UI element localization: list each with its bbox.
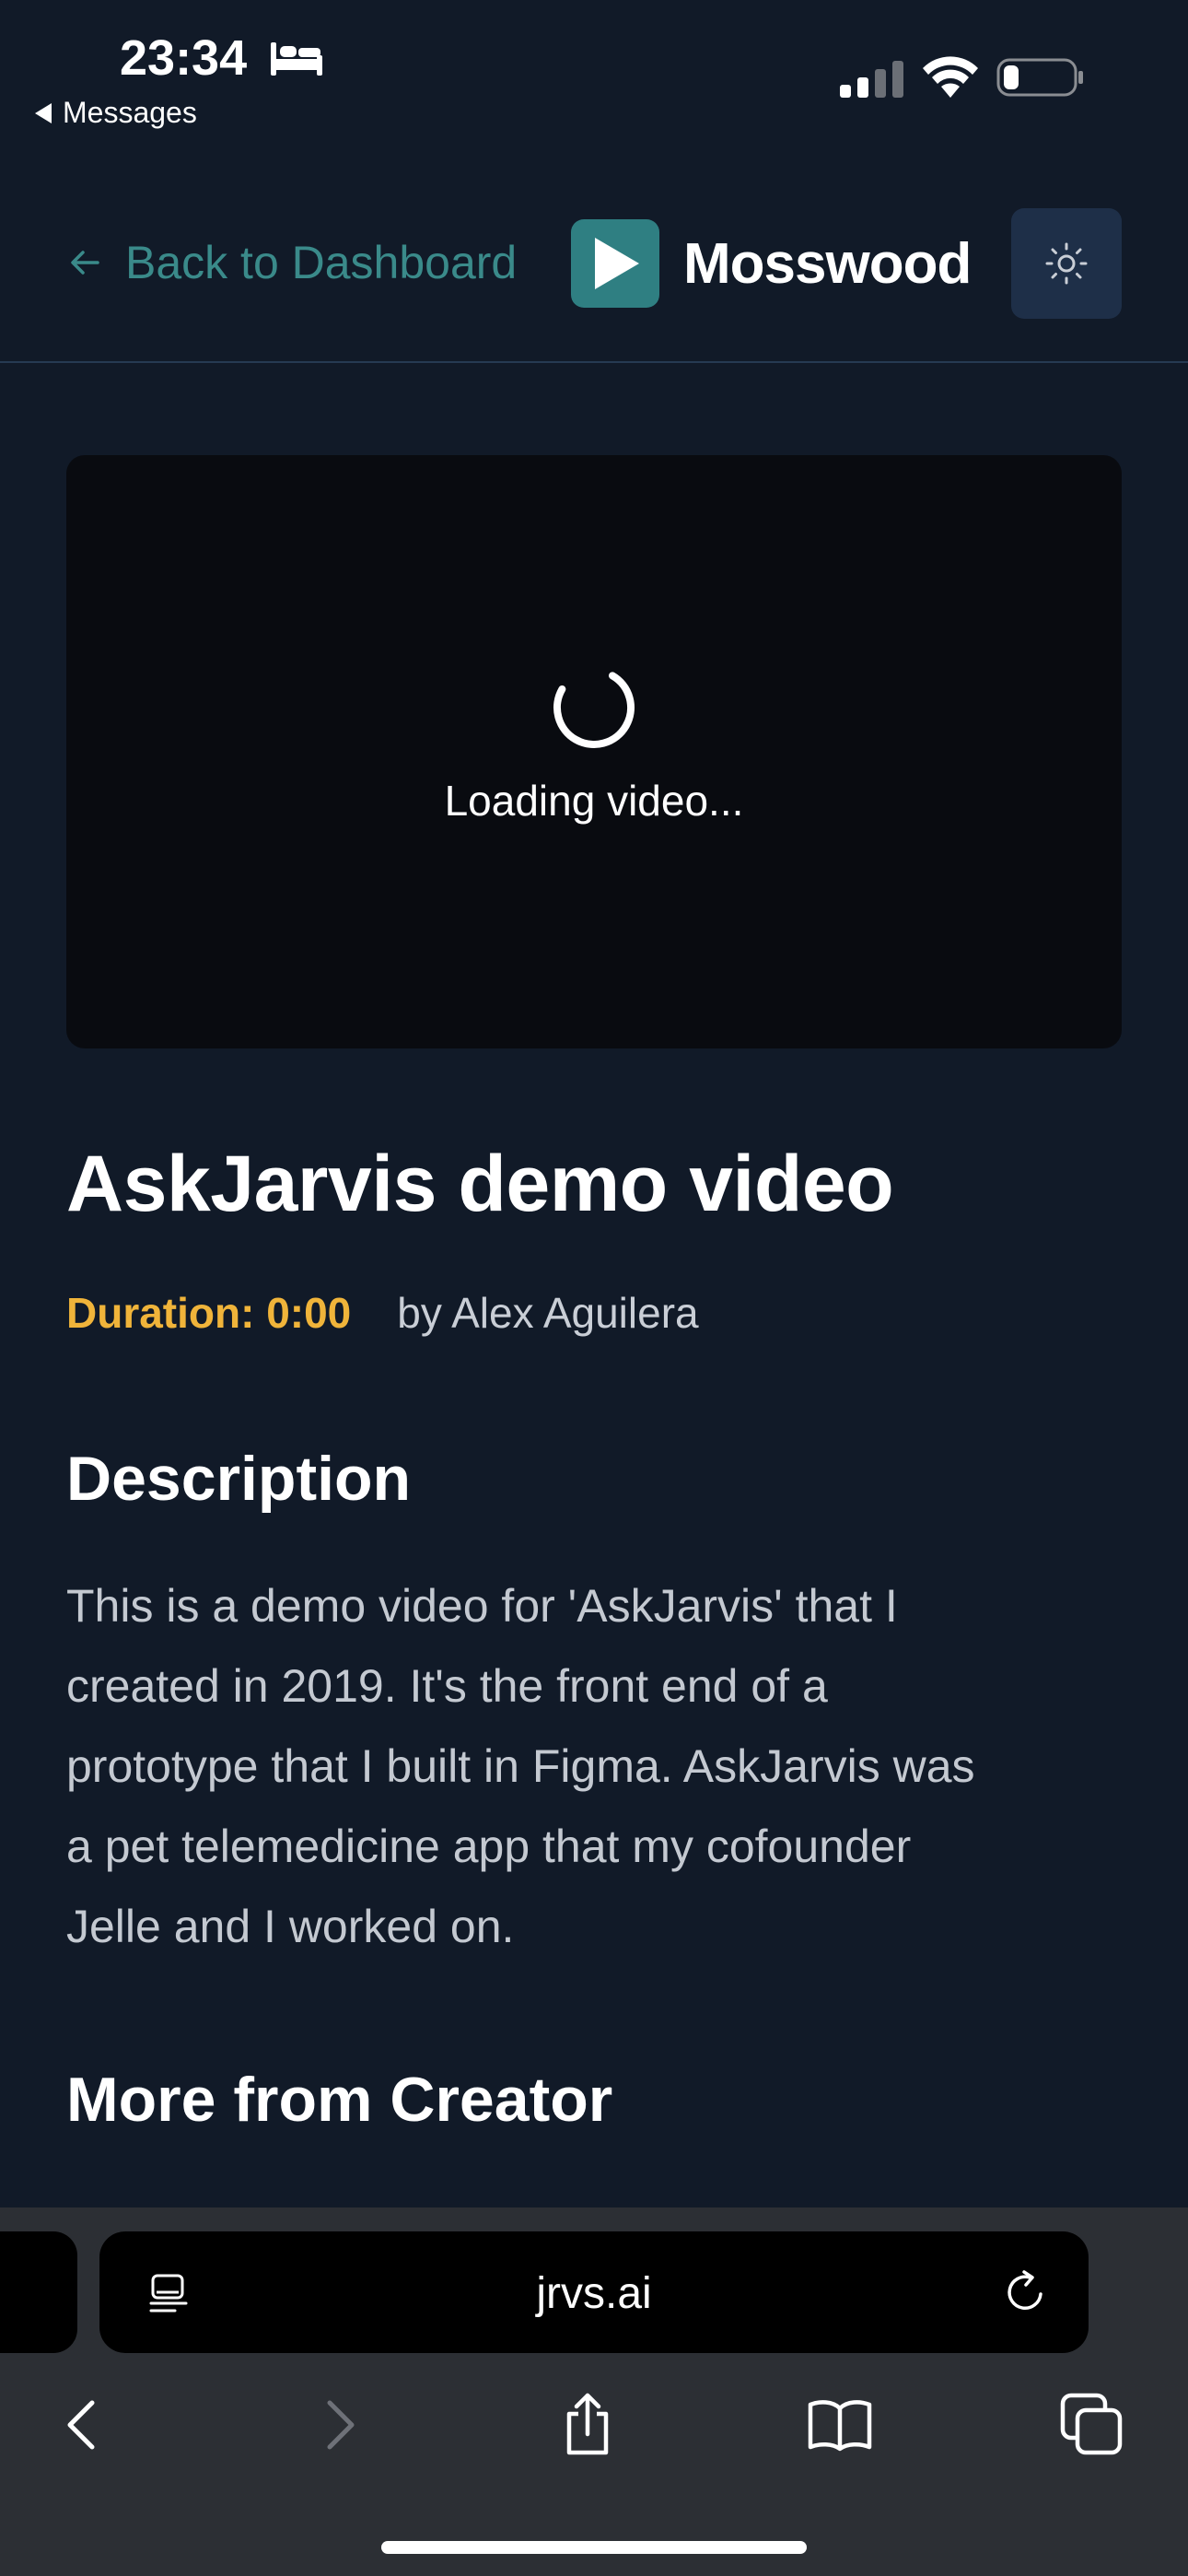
brand[interactable]: Mosswood [571,219,972,308]
video-title: AskJarvis demo video [66,1140,894,1228]
description-heading: Description [66,1444,412,1514]
bed-icon [271,42,322,76]
arrow-left-icon [71,251,99,275]
back-app-label: Messages [63,96,197,129]
battery-icon [996,58,1083,97]
theme-toggle-button[interactable] [1011,208,1122,319]
address-bar[interactable]: jrvs.ai [99,2231,1089,2353]
video-player[interactable]: Loading video... [66,455,1122,1048]
description-line: Jelle and I worked on. [66,1901,515,1952]
description-line: created in 2019. It's the front end of a [66,1660,828,1712]
brand-name: Mosswood [683,231,972,296]
back-to-messages[interactable]: Messages [35,96,197,130]
description-line: This is a demo video for 'AskJarvis' tha… [66,1580,898,1632]
browser-toolbar: jrvs.ai [0,2207,1188,2576]
status-bar: 23:34 Messages [0,0,1188,147]
creator-label: by Alex Aguilera [397,1289,699,1337]
sun-icon [1045,242,1088,285]
description-line: a pet telemedicine app that my cofounder [66,1821,912,1872]
back-to-dashboard-link[interactable]: Back to Dashboard [66,236,517,289]
share-icon[interactable] [554,2392,621,2458]
back-to-dashboard-label: Back to Dashboard [125,237,518,288]
back-icon[interactable] [50,2392,116,2458]
video-meta: Duration: 0:00 by Alex Aguilera [66,1288,699,1338]
back-triangle-icon [35,102,52,123]
tabs-icon[interactable] [1059,2392,1125,2458]
bookmarks-icon[interactable] [807,2392,873,2458]
play-logo-icon [571,219,659,308]
app-header: Back to Dashboard Mosswood [0,175,1188,363]
url-text: jrvs.ai [536,2269,652,2318]
cellular-signal-icon [840,61,903,98]
forward-icon[interactable] [306,2392,372,2458]
loading-text: Loading video... [444,777,744,825]
wifi-icon [923,56,978,98]
more-from-creator-heading: More from Creator [66,2065,613,2135]
duration-label: Duration: 0:00 [66,1289,352,1337]
previous-tab-card[interactable] [0,2231,77,2353]
description-line: prototype that I built in Figma. AskJarv… [66,1740,975,1792]
description-text: This is a demo video for 'AskJarvis' tha… [66,1566,1135,1967]
reload-icon[interactable] [1002,2268,1050,2316]
status-time: 23:34 [120,30,248,86]
home-indicator [381,2541,807,2554]
loading-spinner-icon [553,672,635,748]
